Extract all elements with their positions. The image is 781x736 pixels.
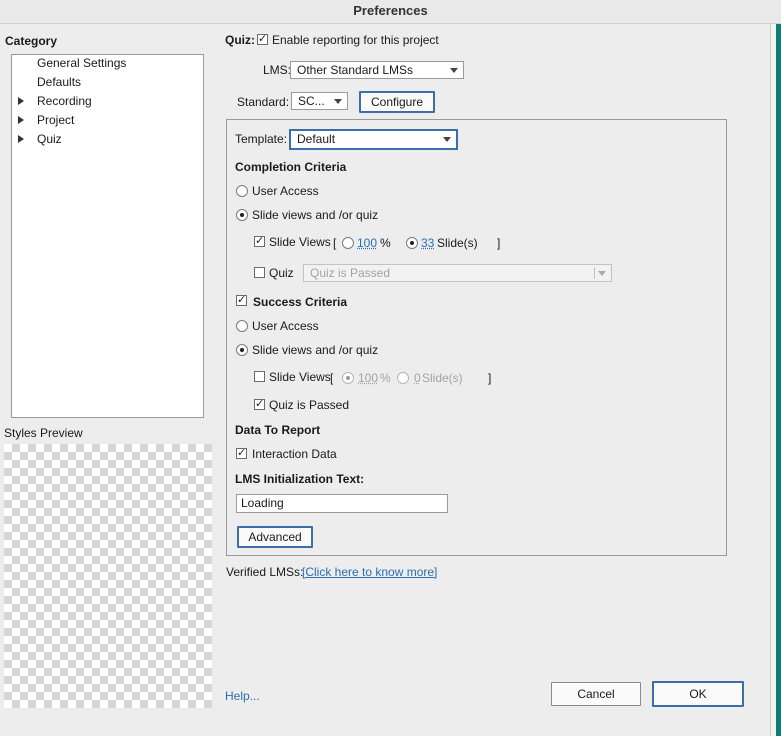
standard-select[interactable]: SC...: [291, 92, 348, 110]
verified-lms-link[interactable]: [Click here to know more]: [302, 564, 437, 580]
tree-item-label: Project: [37, 113, 75, 127]
lms-label: LMS:: [263, 63, 292, 77]
completion-slides-radio[interactable]: [406, 237, 418, 249]
completion-percent-value[interactable]: 100: [357, 235, 377, 251]
expand-triangle-icon[interactable]: [18, 116, 24, 124]
category-heading: Category: [5, 34, 58, 48]
ok-button[interactable]: OK: [652, 681, 744, 707]
tree-item-label: Recording: [37, 94, 92, 108]
quiz-label: Quiz:: [225, 33, 255, 47]
completion-slides-value[interactable]: 33: [421, 235, 434, 251]
completion-quiz-select-value: Quiz is Passed: [310, 266, 391, 280]
success-quiz-passed-label: Quiz is Passed: [269, 398, 350, 412]
completion-slide-views-checkbox[interactable]: ✓: [254, 236, 265, 247]
completion-criteria-heading: Completion Criteria: [235, 160, 347, 174]
category-tree[interactable]: General Settings Defaults Recording Proj…: [11, 54, 204, 418]
completion-percent-unit: %: [380, 236, 391, 250]
tree-item-project[interactable]: Project: [37, 112, 74, 128]
expand-triangle-icon[interactable]: [18, 97, 24, 105]
data-to-report-heading: Data To Report: [235, 423, 321, 437]
tree-item-label: Quiz: [37, 132, 62, 146]
success-slide-views-checkbox[interactable]: [254, 371, 265, 382]
completion-percent-radio[interactable]: [342, 237, 354, 249]
styles-preview-label: Styles Preview: [4, 426, 83, 440]
background-window-edge: [776, 24, 781, 736]
success-slides-value[interactable]: 0: [414, 370, 421, 386]
completion-user-access-label: User Access: [252, 184, 319, 198]
enable-reporting-label: Enable reporting for this project: [272, 33, 439, 47]
open-bracket: [: [333, 236, 337, 250]
lms-select-value: Other Standard LMSs: [297, 63, 414, 77]
success-slide-views-quiz-label: Slide views and /or quiz: [252, 343, 379, 357]
tree-item-quiz[interactable]: Quiz: [37, 131, 62, 147]
success-criteria-heading: Success Criteria: [253, 295, 348, 309]
lms-init-input[interactable]: Loading: [236, 494, 448, 513]
template-label: Template:: [235, 132, 288, 146]
success-percent-value[interactable]: 100: [358, 370, 378, 386]
tree-item-general-settings[interactable]: General Settings: [37, 55, 126, 71]
help-link[interactable]: Help...: [225, 688, 260, 704]
cancel-button[interactable]: Cancel: [551, 682, 641, 706]
chevron-down-icon: [598, 271, 606, 276]
tree-item-label: Defaults: [37, 75, 82, 89]
completion-slide-views-quiz-label: Slide views and /or quiz: [252, 208, 379, 222]
verified-lms-label: Verified LMSs:: [226, 565, 304, 579]
completion-slide-views-label: Slide Views: [269, 235, 331, 249]
configure-button[interactable]: Configure: [359, 91, 435, 113]
success-percent-radio[interactable]: [342, 372, 354, 384]
completion-slide-views-quiz-radio[interactable]: [236, 209, 248, 221]
success-slides-unit: Slide(s): [422, 371, 463, 385]
template-select[interactable]: Default: [289, 129, 458, 150]
template-select-value: Default: [297, 132, 336, 146]
success-slides-radio[interactable]: [397, 372, 409, 384]
standard-select-value: SC...: [298, 94, 325, 108]
close-bracket: ]: [497, 236, 501, 250]
tree-item-recording[interactable]: Recording: [37, 93, 92, 109]
open-bracket: [: [330, 371, 334, 385]
lms-init-heading: LMS Initialization Text:: [235, 472, 365, 486]
success-slide-views-label: Slide Views: [269, 370, 331, 384]
lms-select[interactable]: Other Standard LMSs: [290, 61, 464, 79]
chevron-down-icon: [443, 137, 451, 142]
chevron-down-icon: [334, 99, 342, 104]
completion-slides-unit: Slide(s): [437, 236, 478, 250]
completion-quiz-checkbox[interactable]: [254, 267, 265, 278]
tree-item-label: General Settings: [37, 56, 127, 70]
select-divider: [594, 267, 595, 279]
success-user-access-radio[interactable]: [236, 320, 248, 332]
standard-label: Standard:: [237, 95, 290, 109]
enable-reporting-checkbox[interactable]: ✓: [257, 34, 268, 45]
close-bracket: ]: [488, 371, 492, 385]
success-percent-unit: %: [380, 371, 391, 385]
expand-triangle-icon[interactable]: [18, 135, 24, 143]
completion-quiz-select[interactable]: Quiz is Passed: [303, 264, 612, 282]
success-quiz-passed-checkbox[interactable]: ✓: [254, 399, 265, 410]
styles-preview: [4, 444, 212, 708]
advanced-button[interactable]: Advanced: [237, 526, 313, 548]
interaction-data-checkbox[interactable]: ✓: [236, 448, 247, 459]
interaction-data-label: Interaction Data: [252, 447, 337, 461]
completion-quiz-label: Quiz: [269, 266, 294, 280]
completion-user-access-radio[interactable]: [236, 185, 248, 197]
window-title: Preferences: [0, 0, 781, 24]
chevron-down-icon: [450, 68, 458, 73]
success-criteria-checkbox[interactable]: ✓: [236, 295, 247, 306]
success-user-access-label: User Access: [252, 319, 319, 333]
success-slide-views-quiz-radio[interactable]: [236, 344, 248, 356]
tree-item-defaults[interactable]: Defaults: [37, 74, 81, 90]
